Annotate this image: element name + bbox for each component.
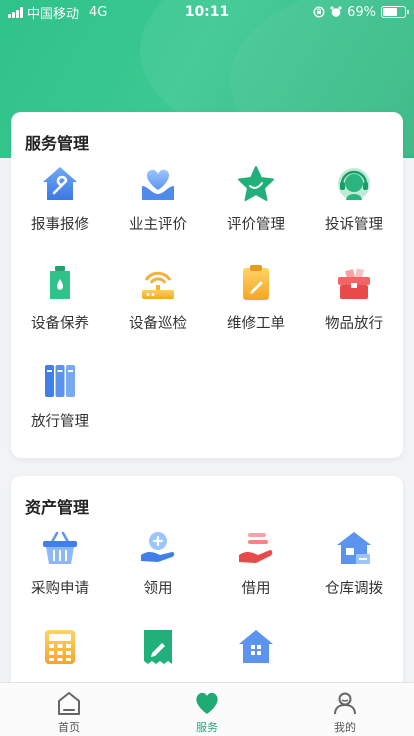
grid-item-label: 采购申请: [31, 581, 89, 597]
grid-item-label: 设备保养: [31, 316, 89, 332]
tab-home[interactable]: 首页: [0, 683, 138, 736]
carrier-name: 中国移动: [27, 6, 80, 22]
battery-percent: 69%: [347, 4, 376, 20]
grid-item-property[interactable]: [207, 627, 305, 676]
grid-item-label: 仓库调拨: [325, 581, 383, 597]
grid-item-repair-work-order[interactable]: 维修工单: [207, 263, 305, 333]
grid-item-label: 维修工单: [227, 316, 285, 332]
house-grid-icon: [236, 627, 276, 667]
basket-icon: [40, 528, 80, 568]
service-section-title: 服务管理: [25, 134, 90, 153]
clipboard-pencil-icon: [236, 263, 276, 303]
heart-icon: [196, 692, 218, 714]
service-management-card: 服务管理 报事报修 业主评价 评价管理 投诉管理 设备保养 设备巡检 维修工单 …: [11, 112, 403, 458]
grid-item-warehouse-transfer[interactable]: 仓库调拨: [305, 528, 403, 598]
grid-item-complaint-management[interactable]: 投诉管理: [305, 164, 403, 234]
user-icon: [334, 692, 356, 715]
grid-item-label: 业主评价: [129, 217, 187, 233]
bottom-tab-bar: 首页 服务 我的: [0, 682, 414, 736]
grid-item-label: 评价管理: [227, 217, 285, 233]
tab-service[interactable]: 服务: [138, 683, 276, 736]
tab-label: 服务: [196, 721, 218, 734]
grid-item-owner-review[interactable]: 业主评价: [109, 164, 207, 234]
grid-item-receipt[interactable]: [109, 627, 207, 676]
grid-item-equipment-maintenance[interactable]: 设备保养: [11, 263, 109, 333]
heart-hand-icon: [138, 164, 178, 204]
grid-item-report-repair[interactable]: 报事报修: [11, 164, 109, 234]
grid-item-label: 报事报修: [31, 217, 89, 233]
grid-item-label: 放行管理: [31, 414, 89, 430]
grid-item-release-management[interactable]: 放行管理: [11, 361, 109, 431]
asset-section-title: 资产管理: [25, 498, 90, 517]
home-icon: [58, 692, 80, 715]
oil-can-icon: [40, 263, 80, 303]
grid-item-label: 领用: [143, 581, 173, 597]
orientation-lock-icon: [313, 6, 325, 18]
network-type: 4G: [89, 4, 108, 20]
status-bar: 中国移动 4G 10:11 69%: [0, 0, 414, 24]
grid-item-purchase-request[interactable]: 采购申请: [11, 528, 109, 598]
headset-agent-icon: [334, 164, 374, 204]
grid-item-review-management[interactable]: 评价管理: [207, 164, 305, 234]
grid-item-label: 投诉管理: [325, 217, 383, 233]
grid-item-calculator[interactable]: [11, 627, 109, 676]
house-wrench-icon: [40, 164, 80, 204]
grid-item-requisition[interactable]: 领用: [109, 528, 207, 598]
tab-mine[interactable]: 我的: [276, 683, 414, 736]
warehouse-icon: [334, 528, 374, 568]
star-icon: [236, 164, 276, 204]
grid-item-borrow[interactable]: 借用: [207, 528, 305, 598]
toolbox-icon: [334, 263, 374, 303]
hand-give-icon: [236, 528, 276, 568]
signal-icon: [8, 6, 23, 18]
receipt-pencil-icon: [138, 627, 178, 667]
hand-plus-icon: [138, 528, 178, 568]
router-icon: [138, 263, 178, 303]
tab-label: 首页: [58, 721, 80, 734]
tab-label: 我的: [334, 721, 356, 734]
grid-item-label: 设备巡检: [129, 316, 187, 332]
grid-item-equipment-inspection[interactable]: 设备巡检: [109, 263, 207, 333]
grid-item-label: 物品放行: [325, 316, 383, 332]
alarm-icon: [330, 6, 342, 17]
binders-icon: [40, 361, 80, 401]
asset-management-card: 资产管理 采购申请 领用 借用 仓库调拨: [11, 476, 403, 706]
grid-item-item-release[interactable]: 物品放行: [305, 263, 403, 333]
grid-item-label: 借用: [241, 581, 271, 597]
calculator-icon: [40, 627, 80, 667]
battery-icon: [381, 6, 409, 18]
